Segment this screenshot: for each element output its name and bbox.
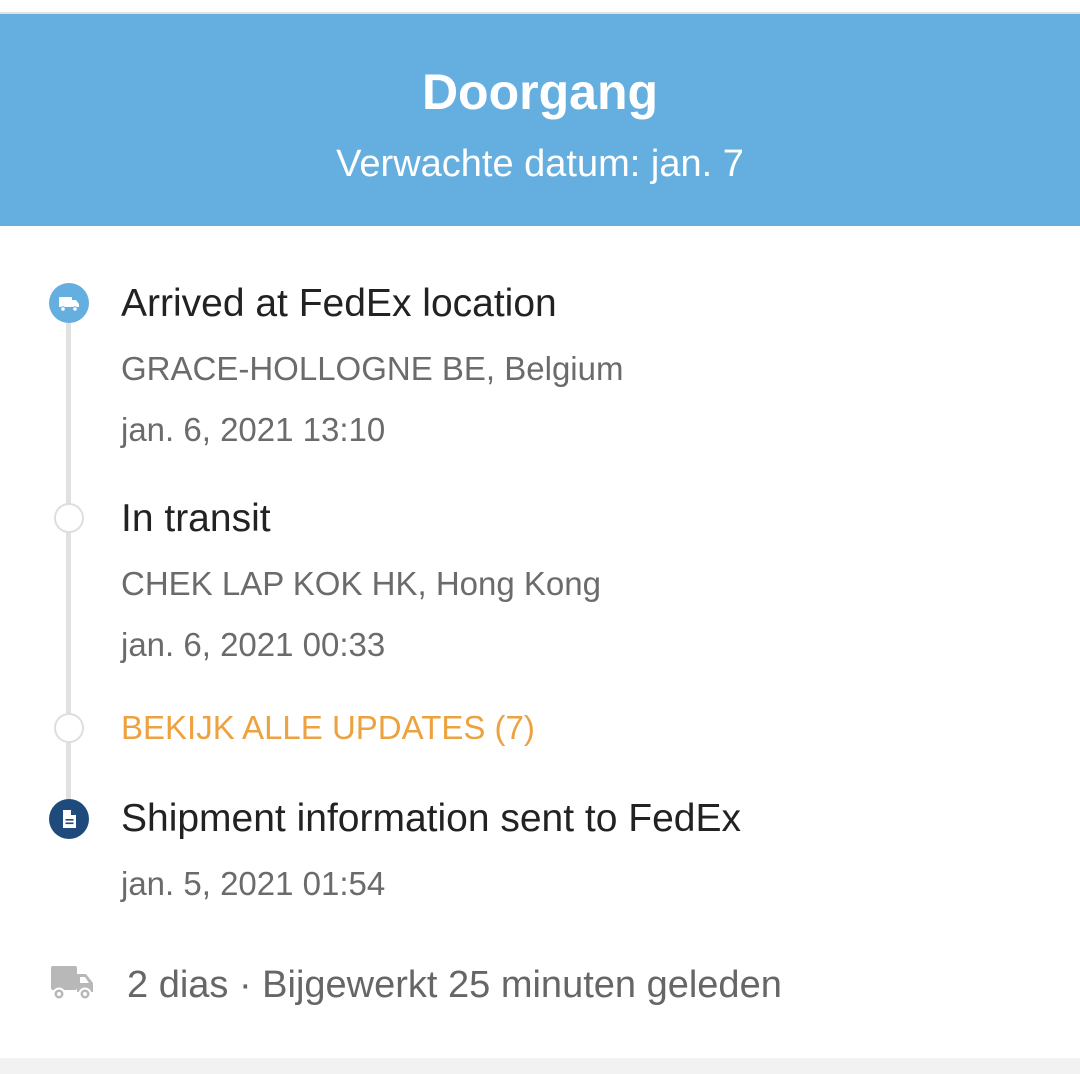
expected-date: Verwachte datum: jan. 7: [336, 143, 744, 185]
event-title: Shipment information sent to FedEx: [121, 797, 741, 840]
event-location: CHEK LAP KOK HK, Hong Kong: [121, 565, 601, 602]
status-title: Doorgang: [421, 64, 659, 120]
delivery-truck-icon: [49, 283, 89, 323]
view-all-updates-link[interactable]: BEKIJK ALLE UPDATES (7): [121, 708, 535, 748]
event-datetime: jan. 5, 2021 01:54: [121, 865, 386, 902]
event-title: Arrived at FedEx location: [121, 282, 557, 325]
top-divider: [0, 0, 1080, 14]
document-icon: [49, 799, 89, 839]
event-datetime: jan. 6, 2021 13:10: [121, 411, 386, 448]
update-status-text: 2 dias · Bijgewerkt 25 minuten geleden: [127, 964, 782, 1006]
event-title: In transit: [121, 497, 271, 540]
timeline-node: [54, 713, 84, 743]
event-datetime: jan. 6, 2021 00:33: [121, 626, 386, 663]
status-header: Doorgang Verwachte datum: jan. 7: [0, 14, 1080, 226]
truck-outline-icon: [49, 962, 95, 1007]
timeline-node: [54, 503, 84, 533]
event-location: GRACE-HOLLOGNE BE, Belgium: [121, 350, 624, 387]
bottom-divider: [0, 1058, 1080, 1074]
